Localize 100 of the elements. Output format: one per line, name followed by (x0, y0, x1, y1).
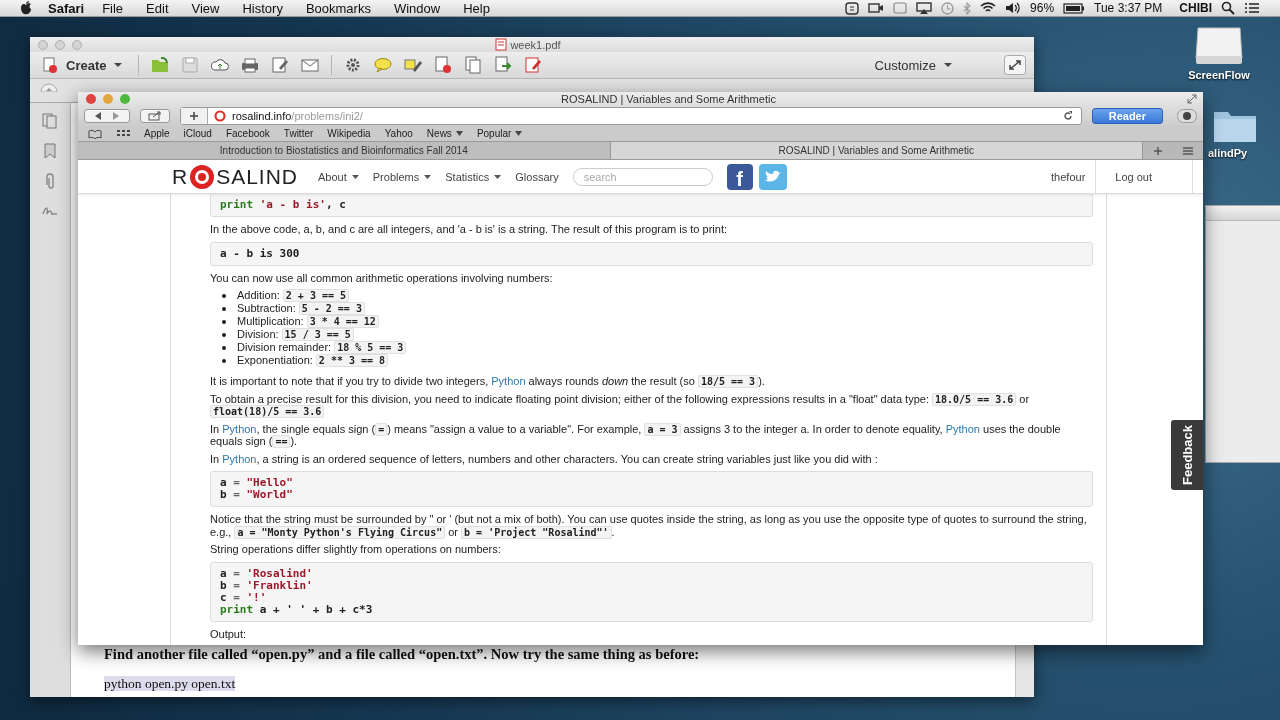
search-icon[interactable] (1221, 1, 1235, 15)
menu-item[interactable]: File (102, 0, 124, 16)
bookmark-link[interactable]: Popular (476, 128, 523, 139)
volume-icon[interactable] (1005, 2, 1022, 14)
browser-tab[interactable]: ROSALIND | Variables and Some Arithmetic (610, 142, 1143, 159)
caret-icon (944, 62, 952, 68)
nav-link[interactable]: About (318, 170, 359, 183)
new-tab-icon[interactable] (1152, 145, 1163, 156)
clock-icon[interactable] (941, 1, 955, 15)
facebook-button[interactable]: f (726, 163, 753, 190)
logo-text[interactable]: R (172, 164, 189, 189)
menu-item[interactable]: History (242, 0, 283, 16)
icon-label[interactable]: ScreenFlow (1188, 69, 1250, 81)
menu-item[interactable]: View (191, 0, 220, 16)
python-link[interactable]: Python (491, 375, 526, 387)
mail-icon[interactable] (301, 56, 320, 74)
menu-item[interactable]: Edit (146, 0, 169, 16)
search-field[interactable]: search (572, 167, 713, 186)
pages-icon[interactable] (42, 113, 58, 129)
menu-item[interactable]: Safari (48, 0, 85, 16)
export-icon[interactable] (494, 56, 513, 74)
logo-icon[interactable] (189, 163, 216, 190)
back-icon (93, 111, 103, 121)
caret-icon (114, 62, 123, 68)
expand-icon[interactable] (1004, 55, 1026, 75)
bookmark-link[interactable]: News (426, 128, 463, 139)
grid-icon[interactable] (116, 128, 130, 139)
code-line: c = '!' (220, 591, 268, 604)
clock[interactable]: Tue 3:37 PM (1094, 1, 1163, 15)
nav-link[interactable]: Glossary (515, 170, 559, 183)
camera-icon[interactable] (868, 2, 885, 14)
airplay-icon[interactable] (916, 1, 933, 15)
nav-link[interactable]: Statistics (445, 170, 502, 183)
bookmark-link[interactable]: Apple (144, 128, 170, 139)
list-item-label: Addition: (237, 289, 280, 302)
reload-icon[interactable] (1062, 111, 1073, 121)
create-button[interactable]: Create (38, 57, 127, 73)
speech-bubble-icon[interactable] (374, 56, 393, 74)
inline-code: = (375, 422, 388, 436)
inline-code: 18.0/5 == 3.6 (932, 392, 1017, 406)
sign-page-icon[interactable] (524, 56, 543, 74)
caret-icon (494, 174, 502, 179)
code-line: print 'a - b is', c (220, 199, 347, 211)
share-button[interactable] (140, 109, 170, 123)
plus-icon[interactable] (189, 111, 199, 121)
apple-icon[interactable] (20, 1, 32, 15)
fullscreen-icon[interactable] (1187, 94, 1197, 104)
cloud-icon[interactable] (211, 56, 230, 74)
folder-icon[interactable] (151, 56, 170, 74)
window-close-button[interactable] (86, 94, 96, 104)
list-item-label: Division remainder: (237, 341, 332, 354)
menu-item[interactable]: Window (393, 0, 441, 16)
bookmark-link[interactable]: Twitter (283, 128, 314, 139)
download-icon[interactable] (1177, 109, 1197, 123)
inline-code: 2 ** 3 == 8 (315, 354, 389, 367)
bookmark-link[interactable]: Wikipedia (327, 128, 371, 139)
bookmark-link[interactable]: iCloud (183, 128, 212, 139)
list-item-label: Exponentiation: (237, 354, 313, 367)
user-name[interactable]: CHIBI (1179, 1, 1212, 15)
book-icon[interactable] (88, 128, 102, 139)
logo-text[interactable]: SALIND (216, 164, 299, 189)
pages-icon[interactable] (464, 56, 483, 74)
inline-code: 18/5 == 3 (697, 375, 759, 388)
edit-icon[interactable] (271, 56, 290, 74)
user-link[interactable]: thefour (1033, 160, 1097, 193)
tabs-overview-icon[interactable] (1181, 145, 1194, 156)
inline-code: 5 - 2 == 3 (298, 302, 365, 315)
bluetooth-icon[interactable] (963, 1, 972, 15)
menu-item[interactable]: Help (463, 0, 490, 16)
back-forward-button[interactable] (84, 109, 130, 123)
nav-link[interactable]: Problems (372, 170, 432, 183)
feedback-tab[interactable]: Feedback (1171, 420, 1203, 490)
wifi-icon[interactable] (980, 2, 997, 14)
bullet-icon (222, 358, 226, 363)
paragraph: Output: (210, 627, 248, 640)
bookmark-icon[interactable] (43, 143, 57, 159)
up-arrow-icon[interactable] (40, 82, 58, 92)
list-icon[interactable] (1244, 2, 1260, 14)
bookmark-link[interactable]: Facebook (225, 128, 270, 139)
logout-link[interactable]: Log out (1096, 160, 1193, 193)
printer-icon[interactable] (241, 56, 260, 74)
box-icon[interactable] (893, 2, 908, 14)
badge-icon[interactable] (845, 1, 860, 15)
list-item-label: Division: (237, 328, 279, 341)
icon-label[interactable]: alindPy (1208, 147, 1248, 159)
window-title: week1.pdf (510, 38, 561, 51)
customize-button[interactable]: Customize (870, 57, 956, 73)
address-field[interactable]: rosalind.info/problems/ini2/ (180, 107, 1082, 125)
window-title: ROSALIND | Variables and Some Arithmetic (560, 93, 776, 105)
browser-tab[interactable]: Introduction to Biostatistics and Bioinformatics Fall 2014 (78, 142, 611, 159)
python-link[interactable]: Python (945, 422, 980, 435)
bullet-icon (222, 319, 226, 324)
paperclip-icon[interactable] (43, 173, 57, 189)
delete-page-icon[interactable] (434, 56, 453, 74)
bullet-icon (222, 332, 226, 337)
menu-item[interactable]: Bookmarks (305, 0, 371, 16)
paragraph: String operations differ slightly from operations on numbers: (210, 543, 502, 556)
bookmark-link[interactable]: Yahoo (384, 128, 413, 139)
highlighter-icon[interactable] (404, 56, 423, 74)
battery-icon[interactable] (1063, 2, 1086, 14)
